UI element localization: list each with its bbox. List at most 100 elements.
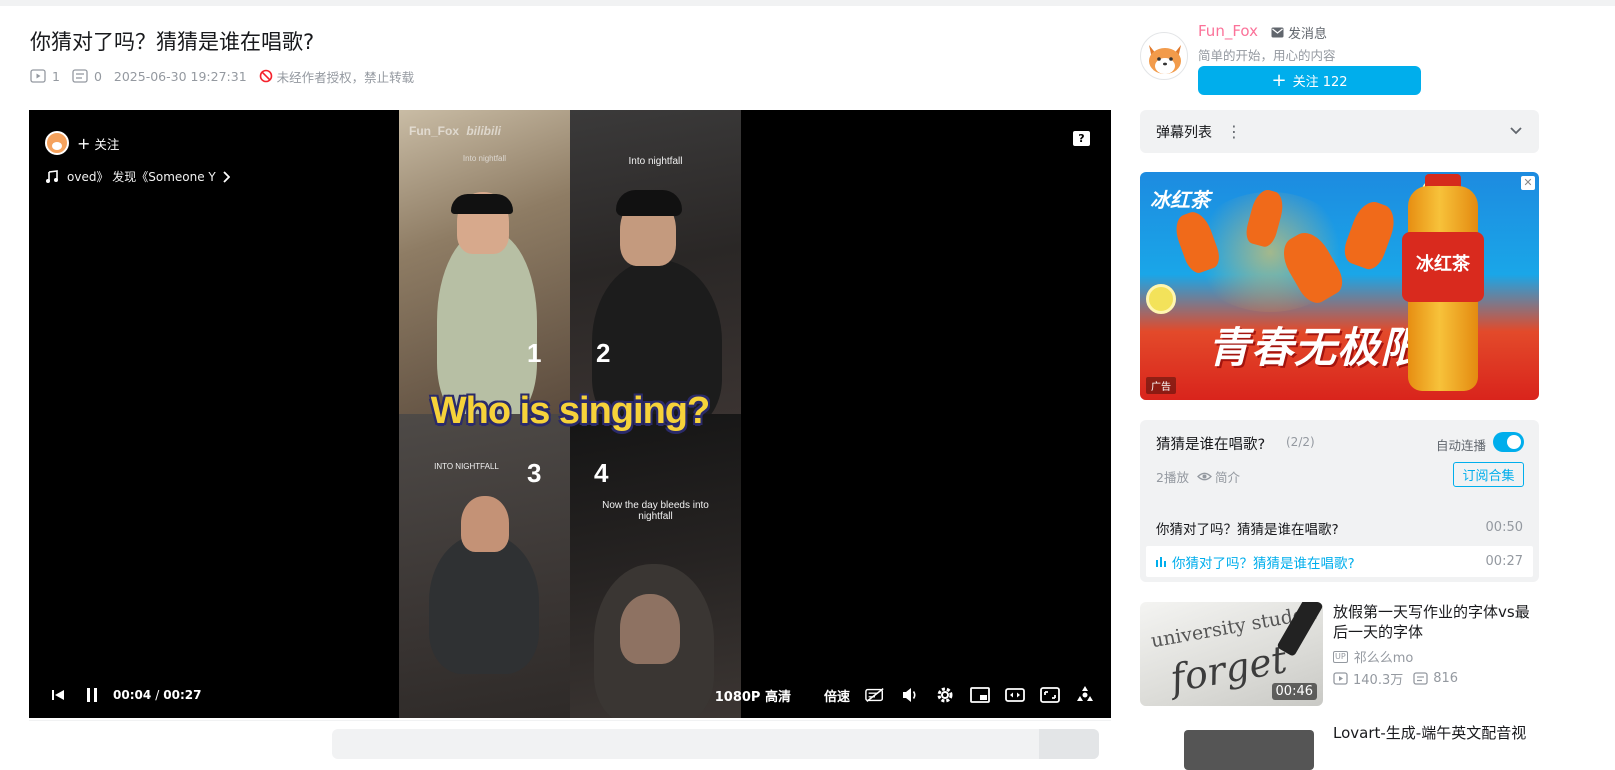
episode-title: 你猜对了吗？猜猜是谁在唱歌? (1156, 521, 1339, 538)
video-watermark: Fun_Fox bilibili (409, 124, 501, 138)
mail-icon (1271, 27, 1284, 38)
eye-icon (1197, 472, 1212, 481)
collection-count: (2/2) (1286, 435, 1315, 449)
time-separator: / (155, 688, 160, 702)
collection-episode[interactable]: 你猜对了吗？猜猜是谁在唱歌? 00:50 (1146, 512, 1533, 543)
recommended-thumbnail[interactable] (1184, 730, 1314, 770)
video-quadrant-1: 1 Into nightfall (399, 110, 570, 414)
uploader-name[interactable]: Fun_Fox (1198, 22, 1258, 40)
music-note-icon (46, 169, 58, 183)
ad-slogan: 青春无极限 (1208, 323, 1424, 372)
video-title: 你猜对了吗？猜猜是谁在唱歌? (30, 30, 315, 54)
recommended-thumbnail[interactable]: university studen forget 00:46 (1140, 602, 1323, 706)
recommended-up-name: 祁么么mo (1353, 651, 1414, 666)
speed-selector[interactable]: 倍速 (824, 686, 850, 705)
views-value: 140.3万 (1353, 673, 1404, 688)
ad-lemon (1146, 284, 1176, 314)
webfullscreen-button[interactable] (1040, 685, 1060, 705)
follow-label: 关注 122 (1292, 75, 1348, 90)
autoplay-label: 自动连播 (1436, 438, 1487, 453)
ad-banner[interactable]: 冰红茶 青春无极限 冰红茶 广告 ✕ (1140, 172, 1539, 400)
fullscreen-icon (1077, 686, 1093, 701)
pause-button[interactable] (85, 687, 99, 703)
recommended-video[interactable]: university studen forget 00:46 放假第一天写作业的… (1140, 602, 1539, 708)
quadrant-2-caption: Into nightfall (628, 156, 683, 167)
help-icon[interactable]: ? (1073, 131, 1090, 146)
chevron-down-icon[interactable] (1509, 123, 1523, 137)
video-quadrant-2: 2 Into nightfall (570, 110, 741, 414)
subscribe-collection-button[interactable]: 订阅合集 (1453, 462, 1524, 487)
danmaku-list-title: 弹幕列表 (1156, 124, 1212, 141)
player-follow[interactable]: + 关注 (45, 131, 119, 155)
music-text: oved》 发现《Someone Y (67, 170, 216, 184)
top-divider (0, 0, 1615, 6)
danmaku-send-bar (29, 720, 1111, 760)
recommended-title[interactable]: Lovart-生成-端午英文配音视 (1333, 722, 1526, 743)
quadrant-1-number: 1 (527, 338, 542, 368)
more-options-icon[interactable]: ⋮ (1226, 122, 1242, 141)
ad-logo: 冰红茶 (1150, 188, 1210, 212)
danmaku-count-value: 0 (93, 68, 102, 84)
quadrant-3-caption: INTO NIGHTFALL (434, 462, 499, 471)
danmaku-count-icon (1413, 672, 1428, 685)
comments-value: 816 (1433, 671, 1459, 686)
fox-avatar-icon (1149, 45, 1181, 74)
uploader-bio: 简单的开始，用心的内容 (1198, 48, 1336, 63)
recommended-uploader[interactable]: UP 祁么么mo (1333, 647, 1413, 666)
quadrant-1-caption: Into nightfall (462, 154, 507, 163)
danmaku-send-button[interactable] (1039, 729, 1099, 759)
quadrant-4-number: 4 (594, 458, 609, 488)
gear-icon (937, 687, 953, 703)
episode-duration: 00:50 (1485, 520, 1523, 535)
quality-selector[interactable]: 1080P 高清 (715, 686, 791, 705)
close-icon[interactable]: ✕ (1521, 176, 1535, 190)
danmaku-toggle-button[interactable] (865, 685, 885, 705)
fullscreen-button[interactable] (1075, 685, 1095, 705)
plus-icon: + (77, 133, 91, 153)
collection-title[interactable]: 猜猜是谁在唱歌? (1156, 433, 1265, 454)
volume-button[interactable] (900, 685, 920, 705)
current-time: 00:04 (113, 688, 152, 702)
recommended-video[interactable]: Lovart-生成-端午英文配音视 (1140, 722, 1539, 770)
ad-bottle-label: 冰红茶 (1402, 232, 1484, 302)
danmaku-input[interactable] (332, 729, 1099, 759)
picture-in-picture-icon (970, 687, 990, 703)
player-follow-label: 关注 (94, 136, 120, 152)
quadrant-2-number: 2 (596, 338, 611, 368)
web-fullscreen-icon (1040, 687, 1060, 703)
video-player[interactable]: 1 Into nightfall 2 Into nightfall 3 INTO… (29, 110, 1111, 718)
settings-button[interactable] (935, 685, 955, 705)
video-frame[interactable]: 1 Into nightfall 2 Into nightfall 3 INTO… (399, 110, 741, 718)
episode-duration: 00:27 (1485, 554, 1523, 569)
playing-icon (1156, 556, 1166, 567)
video-duration-badge: 00:46 (1271, 683, 1317, 700)
watermark-brand: bilibili (466, 124, 502, 138)
ad-tag: 广告 (1146, 377, 1176, 394)
pause-icon (87, 688, 97, 702)
follow-button[interactable]: + 关注 122 (1198, 66, 1421, 95)
pip-button[interactable] (970, 685, 990, 705)
video-overlay-text: Who is singing? (430, 390, 710, 432)
collection-intro[interactable]: 简介 (1197, 467, 1240, 486)
skip-previous-icon (52, 690, 64, 700)
duration: 00:27 (163, 688, 202, 702)
recommended-views: 140.3万 (1333, 669, 1403, 688)
widescreen-icon (1005, 688, 1025, 702)
uploader-avatar[interactable] (1140, 32, 1188, 80)
autoplay-toggle[interactable] (1493, 432, 1524, 452)
widescreen-button[interactable] (1005, 685, 1025, 705)
time-display: 00:04/00:27 (113, 688, 201, 702)
danmaku-off-icon (865, 688, 884, 702)
music-info[interactable]: oved》 发现《Someone Y (45, 168, 230, 185)
quadrant-4-caption: Now the day bleeds into nightfall (602, 500, 709, 522)
recommended-title[interactable]: 放假第一天写作业的字体vs最后一天的字体 (1333, 602, 1539, 642)
prev-button[interactable] (51, 688, 65, 702)
collection-stats: 2播放 简介 (1156, 467, 1240, 486)
collection-episode-active[interactable]: 你猜对了吗？猜猜是谁在唱歌? 00:27 (1146, 546, 1533, 577)
recommended-stats: 140.3万 816 (1333, 669, 1468, 688)
player-controls: 00:04/00:27 1080P 高清 倍速 (29, 672, 1111, 718)
intro-label: 简介 (1214, 470, 1240, 485)
danmaku-list-header[interactable]: 弹幕列表 ⋮ (1140, 110, 1539, 153)
pubdate: 2025-06-30 19:27:31 (113, 68, 247, 84)
send-message-link[interactable]: 发消息 (1271, 23, 1327, 42)
